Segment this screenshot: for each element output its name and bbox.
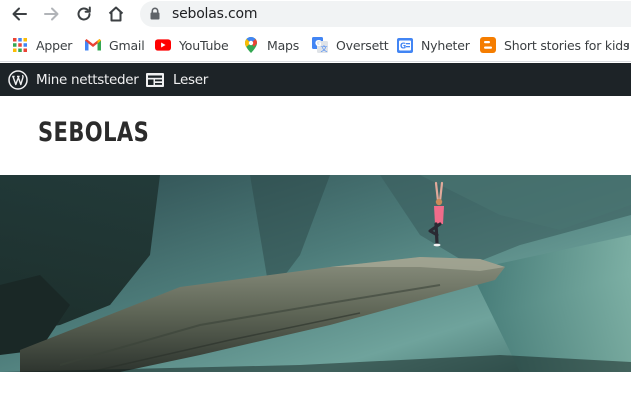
bookmarks-bar: Apper Gmail YouTube Maps G 文 Oversett G … (0, 29, 631, 62)
hero-image (0, 175, 631, 372)
reload-icon[interactable] (72, 2, 96, 26)
bookmark-short-stories[interactable]: Short stories for kids (480, 36, 629, 54)
bookmark-overflow-edge[interactable] (627, 43, 629, 49)
home-icon[interactable] (104, 2, 128, 26)
bookmark-label: Short stories for kids (504, 37, 630, 53)
browser-toolbar: sebolas.com (0, 0, 631, 29)
bookmark-label: Maps (267, 37, 300, 53)
arrow-right-icon[interactable] (40, 2, 64, 26)
bookmark-youtube[interactable]: YouTube (155, 36, 229, 54)
my-sites-label: Mine nettsteder (36, 71, 139, 88)
apps-grid-icon (12, 37, 28, 53)
bookmark-maps[interactable]: Maps (243, 36, 299, 54)
bookmark-label: YouTube (179, 37, 229, 53)
bookmark-apper[interactable]: Apper (12, 36, 72, 54)
reader-icon (145, 70, 165, 90)
arrow-left-icon[interactable] (7, 2, 31, 26)
bookmark-label: Gmail (109, 37, 145, 53)
reader-label: Leser (173, 71, 208, 88)
gmail-icon (85, 37, 101, 53)
blogger-icon (480, 37, 496, 53)
reader-menu[interactable]: Leser (145, 63, 208, 96)
site-title[interactable]: SEBOLAS (38, 117, 149, 148)
news-icon: G (397, 37, 413, 53)
bookmark-gmail[interactable]: Gmail (85, 36, 145, 54)
bookmark-nyheter[interactable]: G Nyheter (397, 36, 470, 54)
url-text[interactable]: sebolas.com (172, 6, 257, 22)
site-header: SEBOLAS (0, 96, 631, 176)
bookmark-label: Apper (36, 37, 73, 53)
page-body (0, 372, 631, 419)
maps-pin-icon (243, 37, 259, 53)
my-sites-menu[interactable]: Mine nettsteder (8, 63, 139, 96)
youtube-icon (155, 37, 171, 53)
bookmark-oversett[interactable]: G 文 Oversett (312, 36, 389, 54)
bookmark-label: Nyheter (421, 37, 470, 53)
address-bar[interactable]: sebolas.com (140, 1, 631, 27)
translate-icon: G 文 (312, 37, 328, 53)
wp-admin-bar: Mine nettsteder Leser (0, 63, 631, 96)
bookmark-label: Oversett (336, 37, 389, 53)
wordpress-logo-icon (8, 69, 28, 90)
lock-icon[interactable] (150, 7, 160, 25)
svg-text:文: 文 (321, 44, 328, 53)
svg-text:G: G (400, 41, 406, 50)
